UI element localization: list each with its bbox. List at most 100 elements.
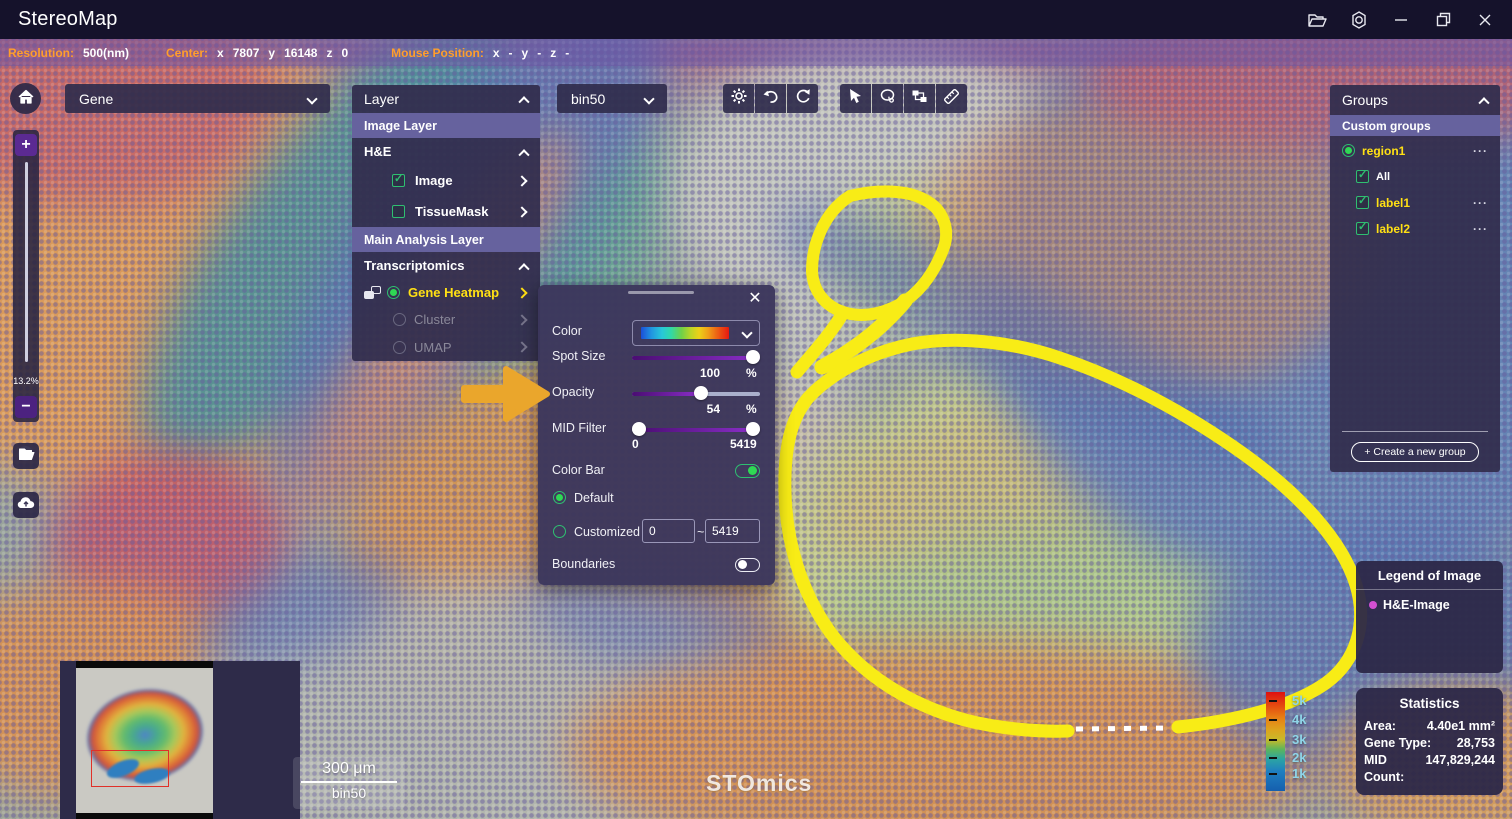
chevron-down-icon bbox=[306, 93, 317, 104]
legend-color-dot bbox=[1369, 601, 1377, 609]
spot-size-label: Spot Size bbox=[552, 349, 606, 363]
gene-selector-dropdown[interactable]: Gene bbox=[65, 84, 330, 113]
cluster-radio[interactable] bbox=[393, 313, 406, 326]
customized-max-input[interactable] bbox=[705, 519, 760, 543]
cursor-tool-button[interactable] bbox=[840, 84, 871, 113]
image-checkbox[interactable] bbox=[392, 174, 405, 187]
opacity-slider-thumb[interactable] bbox=[694, 386, 708, 400]
minimap-viewport-rect[interactable] bbox=[91, 750, 169, 787]
gene-heatmap-radio[interactable] bbox=[387, 286, 400, 299]
layer-panel-header[interactable]: Layer bbox=[352, 85, 540, 113]
mid-filter-max-thumb[interactable] bbox=[746, 422, 760, 436]
center-z-label: z bbox=[326, 46, 332, 60]
home-button[interactable] bbox=[10, 83, 41, 114]
color-bar-toggle[interactable] bbox=[735, 464, 760, 478]
default-radio[interactable] bbox=[553, 491, 566, 504]
close-button[interactable] bbox=[1468, 5, 1502, 35]
layer-item-cluster[interactable]: Cluster bbox=[352, 306, 540, 333]
layer-item-tissuemask[interactable]: TissueMask bbox=[352, 196, 540, 227]
colorbar-tick: 4k bbox=[1292, 712, 1306, 727]
gene-heatmap-settings-popup: ✕ Color Spot Size 100 % Opacity 54 % MID… bbox=[538, 285, 775, 585]
mid-filter-min-thumb[interactable] bbox=[632, 422, 646, 436]
tissuemask-checkbox[interactable] bbox=[392, 205, 405, 218]
ruler-tool-button[interactable] bbox=[936, 84, 967, 113]
transcriptomics-section-header[interactable]: Transcriptomics bbox=[352, 252, 540, 279]
heatmap-settings-button[interactable] bbox=[723, 84, 754, 113]
bin-selector-dropdown[interactable]: bin50 bbox=[557, 84, 667, 113]
spot-size-slider[interactable] bbox=[632, 351, 760, 364]
group-row-all[interactable]: All bbox=[1330, 165, 1500, 188]
mid-filter-label: MID Filter bbox=[552, 421, 606, 435]
selection-toolbar bbox=[840, 84, 967, 113]
redo-button[interactable] bbox=[787, 84, 818, 113]
stat-row-mid-count: MID Count: 147,829,244 bbox=[1356, 752, 1503, 786]
mid-filter-range-slider[interactable] bbox=[632, 423, 760, 436]
umap-label: UMAP bbox=[414, 340, 452, 355]
settings-gear-icon bbox=[731, 88, 747, 109]
layer-item-image[interactable]: Image bbox=[352, 165, 540, 196]
label2-more-button[interactable]: ··· bbox=[1473, 222, 1488, 236]
mouse-y-label: y bbox=[522, 46, 529, 60]
label1-more-button[interactable]: ··· bbox=[1473, 196, 1488, 210]
cloud-upload-button[interactable] bbox=[13, 492, 39, 518]
popup-close-button[interactable]: ✕ bbox=[745, 289, 765, 309]
region1-more-button[interactable]: ··· bbox=[1473, 144, 1488, 158]
app-settings-button[interactable] bbox=[1342, 5, 1376, 35]
all-checkbox[interactable] bbox=[1356, 170, 1369, 183]
center-z-value: 0 bbox=[341, 46, 348, 60]
opacity-label: Opacity bbox=[552, 385, 594, 399]
scalebar-bin: bin50 bbox=[293, 785, 405, 801]
custom-groups-header: Custom groups bbox=[1330, 115, 1500, 136]
label1-checkbox[interactable] bbox=[1356, 196, 1369, 209]
minimize-icon bbox=[1394, 13, 1408, 27]
create-new-group-button[interactable]: + Create a new group bbox=[1351, 442, 1478, 462]
umap-radio[interactable] bbox=[393, 341, 406, 354]
region1-radio[interactable] bbox=[1342, 144, 1355, 157]
minimap-thumbnail[interactable] bbox=[76, 661, 213, 819]
group-row-region1[interactable]: region1 ··· bbox=[1330, 139, 1500, 162]
chevron-right-icon[interactable] bbox=[516, 287, 527, 298]
label2-checkbox[interactable] bbox=[1356, 222, 1369, 235]
layer-item-umap[interactable]: UMAP bbox=[352, 333, 540, 361]
minimap[interactable] bbox=[60, 661, 300, 819]
zoom-out-button[interactable]: − bbox=[15, 396, 37, 418]
zoom-in-button[interactable]: + bbox=[15, 134, 37, 156]
mouse-x-value: - bbox=[509, 46, 513, 60]
cluster-label: Cluster bbox=[414, 312, 455, 327]
opacity-slider[interactable] bbox=[632, 387, 760, 400]
center-y-value: 16148 bbox=[284, 46, 317, 60]
center-x-label: x bbox=[217, 46, 224, 60]
open-project-button[interactable] bbox=[1300, 5, 1334, 35]
group-row-label2[interactable]: label2 ··· bbox=[1330, 217, 1500, 240]
heatmap-colorbar bbox=[1266, 692, 1285, 791]
colormap-select[interactable] bbox=[632, 320, 760, 346]
open-file-button[interactable] bbox=[13, 443, 39, 469]
cloud-upload-icon bbox=[17, 496, 35, 514]
color-label: Color bbox=[552, 324, 582, 338]
undo-button[interactable] bbox=[755, 84, 786, 113]
all-label: All bbox=[1376, 171, 1390, 183]
merge-tool-button[interactable] bbox=[904, 84, 935, 113]
groups-panel-header[interactable]: Groups bbox=[1330, 85, 1500, 115]
he-section-header[interactable]: H&E bbox=[352, 138, 540, 165]
boundaries-label: Boundaries bbox=[552, 557, 615, 571]
mid-filter-max-value: 5419 bbox=[730, 437, 757, 451]
group-row-label1[interactable]: label1 ··· bbox=[1330, 191, 1500, 214]
restore-button[interactable] bbox=[1426, 5, 1460, 35]
chevron-right-icon[interactable] bbox=[516, 175, 527, 186]
zoom-slider-track[interactable] bbox=[25, 162, 28, 362]
boundaries-toggle[interactable] bbox=[735, 558, 760, 572]
customized-radio[interactable] bbox=[553, 525, 566, 538]
customized-min-input[interactable] bbox=[642, 519, 695, 543]
stat-label: Gene Type: bbox=[1364, 735, 1431, 752]
chevron-right-icon[interactable] bbox=[516, 206, 527, 217]
spot-size-slider-thumb[interactable] bbox=[746, 350, 760, 364]
mid-filter-min-value: 0 bbox=[632, 437, 639, 451]
stat-label: MID Count: bbox=[1364, 752, 1425, 786]
compare-layers-icon[interactable] bbox=[364, 286, 381, 299]
chevron-down-icon bbox=[741, 327, 752, 338]
minimize-button[interactable] bbox=[1384, 5, 1418, 35]
drag-handle[interactable] bbox=[628, 291, 694, 294]
lasso-tool-button[interactable] bbox=[872, 84, 903, 113]
layer-item-gene-heatmap[interactable]: Gene Heatmap bbox=[352, 279, 540, 306]
